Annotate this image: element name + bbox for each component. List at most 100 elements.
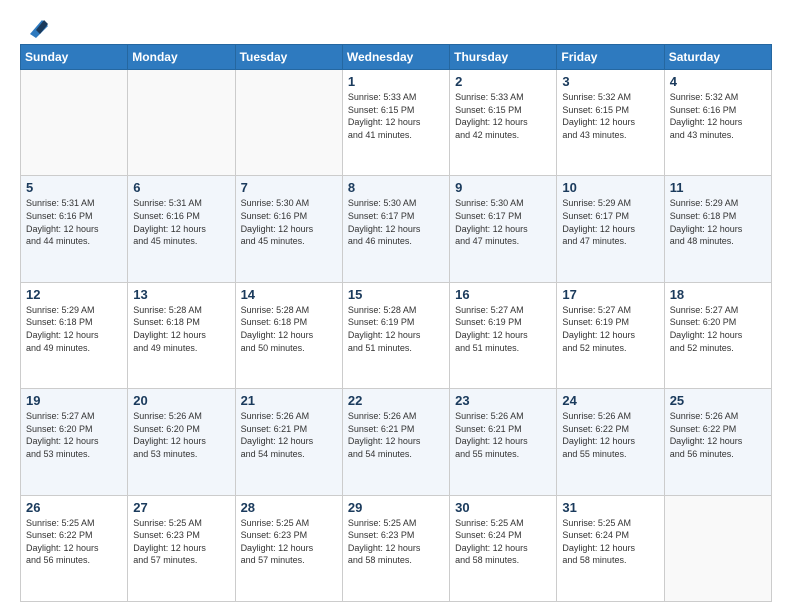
- day-number: 20: [133, 393, 229, 408]
- calendar-week-row: 1 Sunrise: 5:33 AM Sunset: 6:15 PM Daylig…: [21, 70, 772, 176]
- calendar-week-row: 12 Sunrise: 5:29 AM Sunset: 6:18 PM Dayli…: [21, 282, 772, 388]
- day-info: Sunrise: 5:25 AM Sunset: 6:23 PM Dayligh…: [133, 517, 229, 567]
- calendar-cell: [664, 495, 771, 601]
- day-info: Sunrise: 5:26 AM Sunset: 6:22 PM Dayligh…: [562, 410, 658, 460]
- day-number: 17: [562, 287, 658, 302]
- day-info: Sunrise: 5:25 AM Sunset: 6:24 PM Dayligh…: [562, 517, 658, 567]
- calendar-cell: 26 Sunrise: 5:25 AM Sunset: 6:22 PM Dayli…: [21, 495, 128, 601]
- day-info: Sunrise: 5:27 AM Sunset: 6:19 PM Dayligh…: [562, 304, 658, 354]
- calendar-cell: 8 Sunrise: 5:30 AM Sunset: 6:17 PM Daylig…: [342, 176, 449, 282]
- day-info: Sunrise: 5:28 AM Sunset: 6:18 PM Dayligh…: [133, 304, 229, 354]
- calendar-cell: 10Sunrise: 5:29 AM Sunset: 6:17 PM Dayli…: [557, 176, 664, 282]
- calendar-cell: 16 Sunrise: 5:27 AM Sunset: 6:19 PM Dayli…: [450, 282, 557, 388]
- day-number: 31: [562, 500, 658, 515]
- calendar-cell: 28Sunrise: 5:25 AM Sunset: 6:23 PM Dayli…: [235, 495, 342, 601]
- calendar-cell: 23 Sunrise: 5:26 AM Sunset: 6:21 PM Dayli…: [450, 389, 557, 495]
- day-info: Sunrise: 5:31 AM Sunset: 6:16 PM Dayligh…: [133, 197, 229, 247]
- calendar-cell: 27Sunrise: 5:25 AM Sunset: 6:23 PM Dayli…: [128, 495, 235, 601]
- day-number: 26: [26, 500, 122, 515]
- weekday-header: Friday: [557, 45, 664, 70]
- day-info: Sunrise: 5:29 AM Sunset: 6:18 PM Dayligh…: [670, 197, 766, 247]
- calendar-table: SundayMondayTuesdayWednesdayThursdayFrid…: [20, 44, 772, 602]
- calendar-cell: [21, 70, 128, 176]
- day-info: Sunrise: 5:30 AM Sunset: 6:16 PM Dayligh…: [241, 197, 337, 247]
- weekday-header: Wednesday: [342, 45, 449, 70]
- calendar-cell: 21Sunrise: 5:26 AM Sunset: 6:21 PM Dayli…: [235, 389, 342, 495]
- day-info: Sunrise: 5:33 AM Sunset: 6:15 PM Dayligh…: [348, 91, 444, 141]
- calendar-cell: 18Sunrise: 5:27 AM Sunset: 6:20 PM Dayli…: [664, 282, 771, 388]
- day-info: Sunrise: 5:32 AM Sunset: 6:16 PM Dayligh…: [670, 91, 766, 141]
- calendar-cell: 20 Sunrise: 5:26 AM Sunset: 6:20 PM Dayli…: [128, 389, 235, 495]
- calendar-cell: 22 Sunrise: 5:26 AM Sunset: 6:21 PM Dayli…: [342, 389, 449, 495]
- day-info: Sunrise: 5:25 AM Sunset: 6:23 PM Dayligh…: [241, 517, 337, 567]
- day-number: 3: [562, 74, 658, 89]
- day-number: 4: [670, 74, 766, 89]
- calendar-cell: 24 Sunrise: 5:26 AM Sunset: 6:22 PM Dayli…: [557, 389, 664, 495]
- day-number: 1: [348, 74, 444, 89]
- day-number: 24: [562, 393, 658, 408]
- day-number: 2: [455, 74, 551, 89]
- calendar-cell: 29 Sunrise: 5:25 AM Sunset: 6:23 PM Dayli…: [342, 495, 449, 601]
- day-info: Sunrise: 5:26 AM Sunset: 6:21 PM Dayligh…: [455, 410, 551, 460]
- day-number: 23: [455, 393, 551, 408]
- day-info: Sunrise: 5:28 AM Sunset: 6:19 PM Dayligh…: [348, 304, 444, 354]
- day-info: Sunrise: 5:30 AM Sunset: 6:17 PM Dayligh…: [455, 197, 551, 247]
- day-number: 15: [348, 287, 444, 302]
- day-info: Sunrise: 5:25 AM Sunset: 6:22 PM Dayligh…: [26, 517, 122, 567]
- day-number: 7: [241, 180, 337, 195]
- day-number: 25: [670, 393, 766, 408]
- day-number: 11: [670, 180, 766, 195]
- day-info: Sunrise: 5:29 AM Sunset: 6:18 PM Dayligh…: [26, 304, 122, 354]
- day-info: Sunrise: 5:26 AM Sunset: 6:20 PM Dayligh…: [133, 410, 229, 460]
- calendar-cell: [128, 70, 235, 176]
- day-number: 6: [133, 180, 229, 195]
- calendar-cell: 30 Sunrise: 5:25 AM Sunset: 6:24 PM Dayli…: [450, 495, 557, 601]
- calendar-cell: 17 Sunrise: 5:27 AM Sunset: 6:19 PM Dayli…: [557, 282, 664, 388]
- day-number: 22: [348, 393, 444, 408]
- day-number: 19: [26, 393, 122, 408]
- day-info: Sunrise: 5:25 AM Sunset: 6:23 PM Dayligh…: [348, 517, 444, 567]
- calendar-cell: 3 Sunrise: 5:32 AM Sunset: 6:15 PM Daylig…: [557, 70, 664, 176]
- logo-icon: [22, 16, 48, 38]
- day-number: 8: [348, 180, 444, 195]
- day-info: Sunrise: 5:25 AM Sunset: 6:24 PM Dayligh…: [455, 517, 551, 567]
- calendar-cell: 14Sunrise: 5:28 AM Sunset: 6:18 PM Dayli…: [235, 282, 342, 388]
- day-number: 16: [455, 287, 551, 302]
- calendar-cell: 11 Sunrise: 5:29 AM Sunset: 6:18 PM Dayli…: [664, 176, 771, 282]
- calendar-cell: 13 Sunrise: 5:28 AM Sunset: 6:18 PM Dayli…: [128, 282, 235, 388]
- calendar-cell: 5Sunrise: 5:31 AM Sunset: 6:16 PM Daylig…: [21, 176, 128, 282]
- day-info: Sunrise: 5:30 AM Sunset: 6:17 PM Dayligh…: [348, 197, 444, 247]
- calendar-week-row: 26 Sunrise: 5:25 AM Sunset: 6:22 PM Dayli…: [21, 495, 772, 601]
- calendar-cell: 6 Sunrise: 5:31 AM Sunset: 6:16 PM Daylig…: [128, 176, 235, 282]
- weekday-header: Tuesday: [235, 45, 342, 70]
- day-info: Sunrise: 5:26 AM Sunset: 6:21 PM Dayligh…: [241, 410, 337, 460]
- header: [20, 18, 772, 34]
- calendar-cell: 7 Sunrise: 5:30 AM Sunset: 6:16 PM Daylig…: [235, 176, 342, 282]
- weekday-header: Saturday: [664, 45, 771, 70]
- day-number: 18: [670, 287, 766, 302]
- calendar-week-row: 19 Sunrise: 5:27 AM Sunset: 6:20 PM Dayli…: [21, 389, 772, 495]
- day-number: 12: [26, 287, 122, 302]
- weekday-header: Monday: [128, 45, 235, 70]
- day-info: Sunrise: 5:27 AM Sunset: 6:19 PM Dayligh…: [455, 304, 551, 354]
- logo: [20, 18, 48, 34]
- day-number: 30: [455, 500, 551, 515]
- calendar-cell: 31 Sunrise: 5:25 AM Sunset: 6:24 PM Dayli…: [557, 495, 664, 601]
- day-info: Sunrise: 5:27 AM Sunset: 6:20 PM Dayligh…: [26, 410, 122, 460]
- day-info: Sunrise: 5:31 AM Sunset: 6:16 PM Dayligh…: [26, 197, 122, 247]
- calendar-cell: 15 Sunrise: 5:28 AM Sunset: 6:19 PM Dayli…: [342, 282, 449, 388]
- day-info: Sunrise: 5:28 AM Sunset: 6:18 PM Dayligh…: [241, 304, 337, 354]
- day-number: 29: [348, 500, 444, 515]
- day-number: 13: [133, 287, 229, 302]
- calendar-cell: 4 Sunrise: 5:32 AM Sunset: 6:16 PM Daylig…: [664, 70, 771, 176]
- day-info: Sunrise: 5:32 AM Sunset: 6:15 PM Dayligh…: [562, 91, 658, 141]
- calendar-header-row: SundayMondayTuesdayWednesdayThursdayFrid…: [21, 45, 772, 70]
- day-number: 10: [562, 180, 658, 195]
- day-info: Sunrise: 5:26 AM Sunset: 6:22 PM Dayligh…: [670, 410, 766, 460]
- day-info: Sunrise: 5:33 AM Sunset: 6:15 PM Dayligh…: [455, 91, 551, 141]
- calendar-cell: [235, 70, 342, 176]
- day-info: Sunrise: 5:26 AM Sunset: 6:21 PM Dayligh…: [348, 410, 444, 460]
- page: SundayMondayTuesdayWednesdayThursdayFrid…: [0, 0, 792, 612]
- calendar-cell: 25 Sunrise: 5:26 AM Sunset: 6:22 PM Dayli…: [664, 389, 771, 495]
- calendar-cell: 1 Sunrise: 5:33 AM Sunset: 6:15 PM Daylig…: [342, 70, 449, 176]
